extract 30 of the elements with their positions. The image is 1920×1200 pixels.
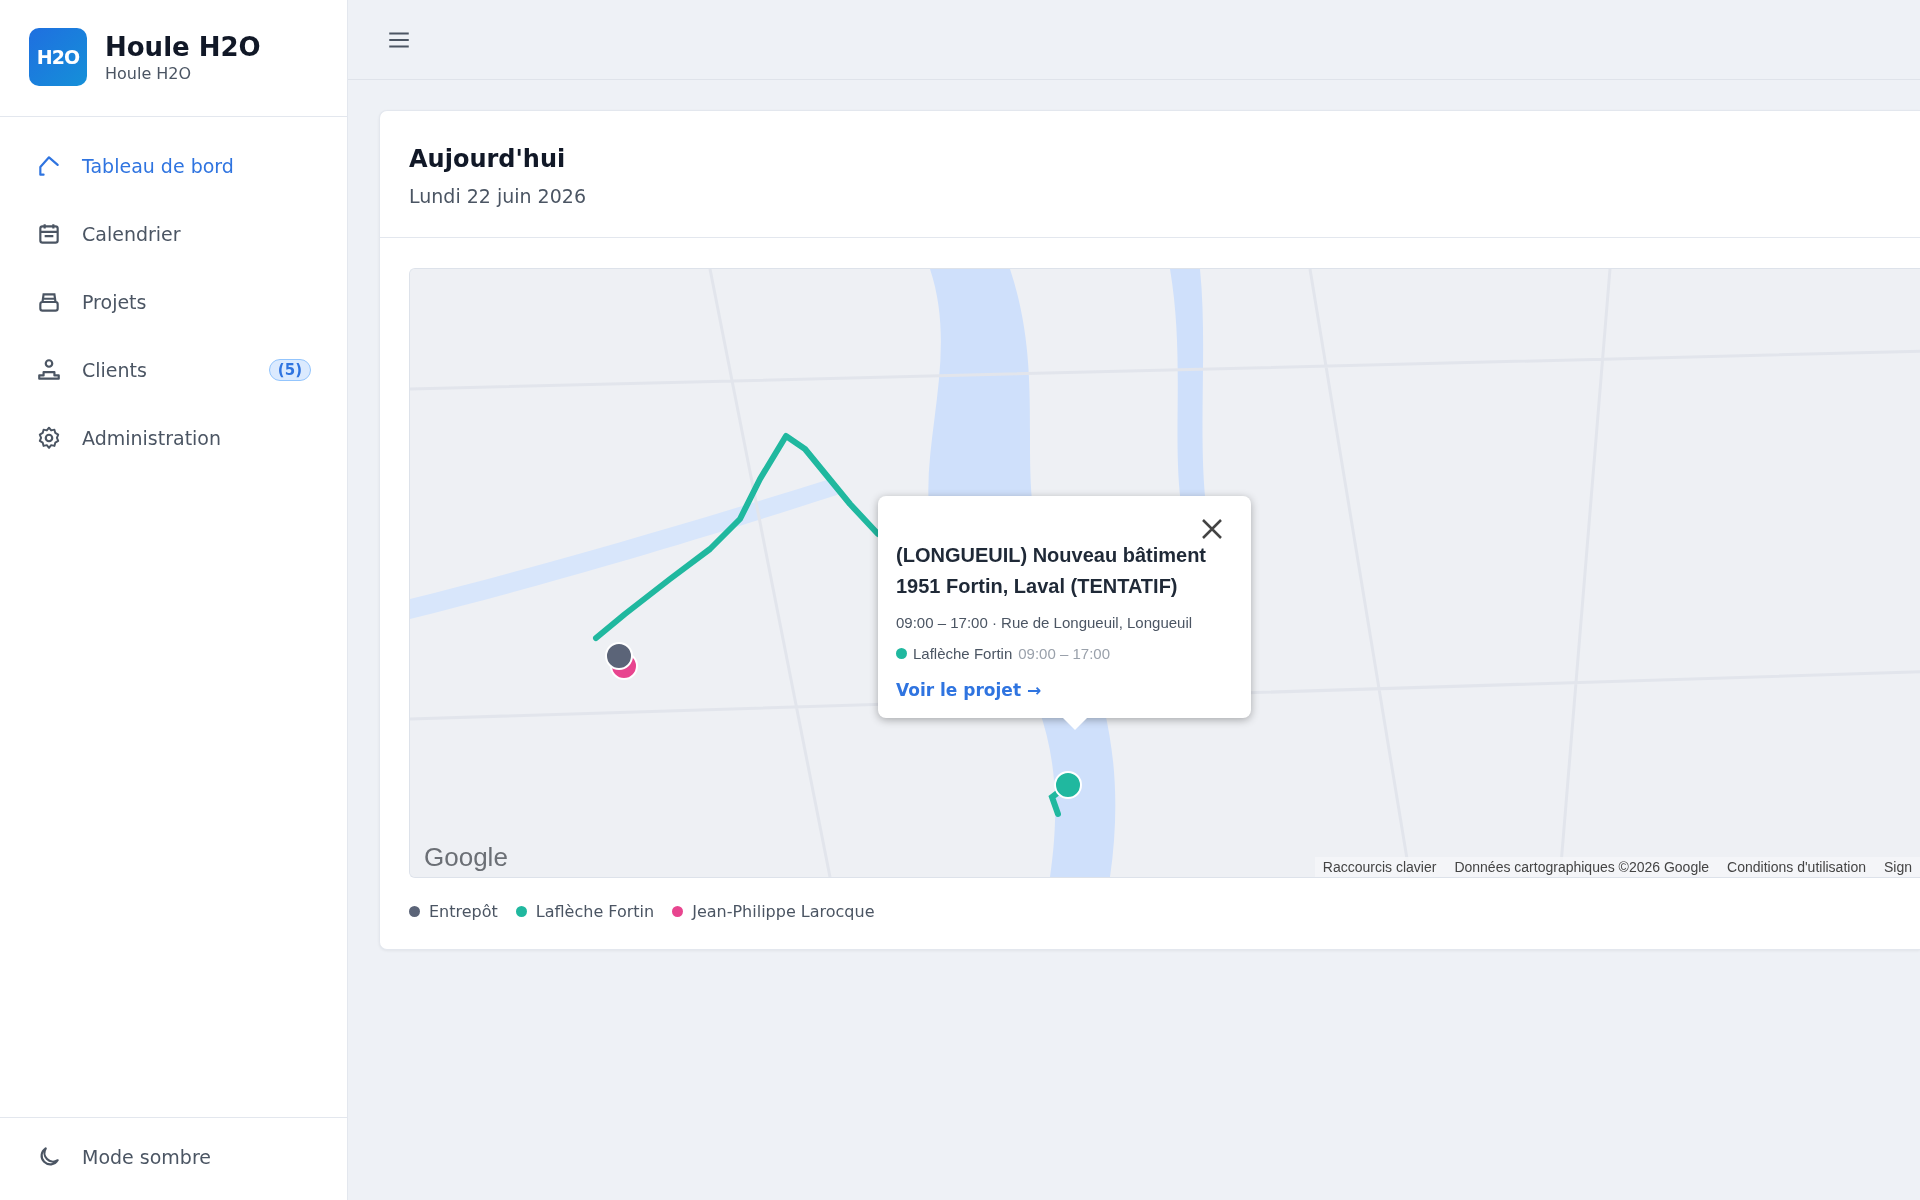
nav-item[interactable]: Calendrier — [0, 203, 347, 265]
app-logo: H2O — [29, 28, 87, 86]
map-provider-logo: Google — [424, 842, 508, 873]
legend-label: Laflèche Fortin — [535, 902, 655, 921]
popup-title: (LONGUEUIL) Nouveau bâtiment 1951 Fortin, Laval (TENTATIF) — [896, 543, 1207, 599]
home-icon — [36, 153, 62, 179]
popup-details: 09:00 – 17:00 · Rue de Longueuil, Longueuil — [896, 614, 1194, 631]
calendar-icon — [36, 221, 62, 247]
people-icon — [36, 357, 62, 383]
nav-item[interactable]: Administration — [0, 407, 347, 469]
map-attribution-link[interactable]: Données cartographiques ©2026 Google — [1454, 859, 1710, 875]
map-attribution-link[interactable]: Conditions d'utilisation — [1727, 859, 1866, 875]
nav-item[interactable]: Tableau de bord — [0, 135, 347, 197]
count-badge: (5) — [268, 359, 311, 381]
app-subtitle: Houle H2O — [105, 63, 193, 83]
project-link[interactable]: Voir le projet → — [896, 680, 1042, 700]
legend-label: Jean-Philippe Larocque — [692, 902, 875, 921]
nav-item[interactable]: Projets — [0, 271, 347, 333]
app-name: Houle H2O — [105, 31, 261, 62]
card-title: Aujourd'hui — [409, 145, 567, 173]
date-label: Lundi 22 juin 2026 — [409, 185, 587, 207]
close-icon[interactable] — [1201, 518, 1223, 540]
legend-label: Entrepôt — [429, 902, 498, 921]
map-attribution-link[interactable]: Raccourcis clavier — [1322, 859, 1437, 875]
assignee-name: Laflèche Fortin — [913, 645, 1013, 662]
settings-icon — [36, 425, 62, 451]
assignment-time: 09:00 – 17:00 — [1018, 645, 1110, 662]
dark-mode-toggle[interactable]: Mode sombre — [0, 1117, 347, 1200]
map-attribution-link[interactable]: Sign — [1883, 859, 1912, 875]
nav-item[interactable]: Clients (5) — [0, 339, 347, 401]
